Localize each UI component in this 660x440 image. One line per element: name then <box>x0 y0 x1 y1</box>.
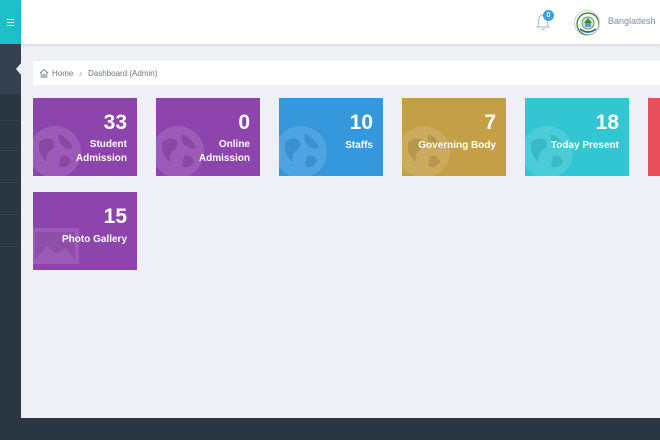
stat-tile[interactable]: 7 Governing Body <box>402 98 506 176</box>
stat-label-line: Governing Body <box>418 140 496 151</box>
sidebar-divider <box>0 150 21 151</box>
stat-tile[interactable]: 0 Online Admission <box>156 98 260 176</box>
sidebar-divider <box>0 246 21 247</box>
stat-tile-partial[interactable] <box>648 98 660 176</box>
stat-tile[interactable]: 15 Photo Gallery <box>33 192 137 270</box>
avatar[interactable] <box>574 10 600 36</box>
breadcrumb-current: Dashboard (Admin) <box>88 68 158 78</box>
stat-label: Student Admission <box>76 138 127 166</box>
chevron-right-icon: › <box>79 68 83 78</box>
stat-label-line: Staffs <box>345 140 373 151</box>
sidebar-divider <box>0 182 21 183</box>
stat-value: 7 <box>484 111 496 134</box>
sidebar-toggle-button[interactable] <box>0 0 21 44</box>
stat-label: Online Admission <box>199 138 250 166</box>
stat-label-line: Online <box>218 139 250 150</box>
stat-tile[interactable]: 10 Staffs <box>279 98 383 176</box>
stat-label-line: Student <box>89 139 127 150</box>
sidebar-divider <box>0 214 21 215</box>
stat-label: Staffs <box>345 139 373 153</box>
stat-value: 18 <box>595 111 619 134</box>
stat-label: Governing Body <box>418 139 496 153</box>
stat-label-line: Photo Gallery <box>61 234 127 245</box>
stat-label-line: Admission <box>198 153 250 164</box>
stat-label-line: Today Present <box>550 140 619 151</box>
user-name[interactable]: Bangladesh <box>608 16 656 26</box>
footer <box>0 418 660 440</box>
notification-badge: 0 <box>543 10 554 21</box>
hamburger-icon <box>7 18 14 26</box>
top-header: 0 Bangladesh <box>21 0 660 44</box>
stat-value: 15 <box>103 205 127 228</box>
breadcrumb-home-link[interactable]: Home <box>39 68 73 78</box>
stat-value: 0 <box>238 111 250 134</box>
stat-value: 33 <box>103 111 127 134</box>
breadcrumb-home-label: Home <box>52 68 74 78</box>
stat-label: Photo Gallery <box>62 233 127 247</box>
stat-value: 10 <box>349 111 373 134</box>
stat-label-line: Admission <box>75 153 127 164</box>
stat-tile[interactable]: 33 Student Admission <box>33 98 137 176</box>
sidebar-divider <box>0 120 21 121</box>
school-logo-icon <box>576 12 599 35</box>
stat-tile[interactable]: 18 Today Present <box>525 98 629 176</box>
stat-label: Today Present <box>551 139 619 153</box>
globe-icon <box>279 126 327 176</box>
breadcrumb: Home › Dashboard (Admin) <box>33 61 660 85</box>
home-icon <box>39 68 49 78</box>
active-indicator-arrow-icon <box>16 62 22 76</box>
